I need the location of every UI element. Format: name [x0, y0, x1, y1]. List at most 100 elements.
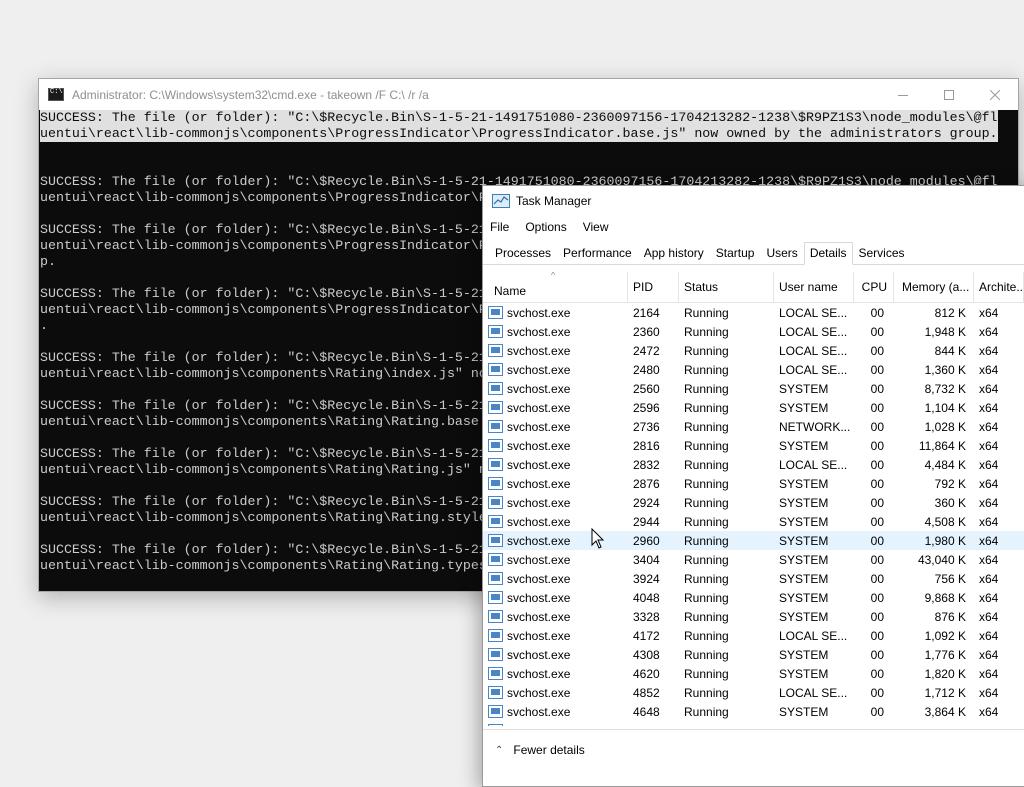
console-line-text: SUCCESS: The file (or folder): "C:\$Recy… — [40, 446, 487, 461]
process-name: svchost.exe — [483, 344, 628, 358]
table-row[interactable]: svchost.exe 4852 Running LOCAL SE... 00 1,712… — [483, 683, 1024, 702]
table-row[interactable]: svchost.exe 1344RunningVM6002,636 Kx64 — [483, 721, 1024, 726]
process-status: Running — [684, 647, 729, 662]
process-user: LOCAL SE... — [779, 457, 848, 472]
table-row[interactable]: svchost.exe 2164 Running LOCAL SE... 00 812 K… — [483, 303, 1024, 322]
process-status: Running — [684, 495, 729, 510]
process-name-text: svchost.exe — [507, 590, 571, 605]
column-header-user-name[interactable]: User name — [774, 272, 854, 302]
maximize-button[interactable] — [926, 79, 972, 110]
process-memory: 844 K — [934, 343, 966, 358]
table-row[interactable]: svchost.exe 4172 Running LOCAL SE... 00 1,092… — [483, 626, 1024, 645]
process-user: SYSTEM — [779, 514, 829, 529]
table-row[interactable]: svchost.exe 2480 Running LOCAL SE... 00 1,360… — [483, 360, 1024, 379]
process-name-text: svchost.exe — [507, 666, 571, 681]
minimize-icon — [898, 94, 908, 96]
table-row[interactable]: svchost.exe 2960 Running SYSTEM 00 1,980 K x64 — [483, 531, 1024, 550]
cmd-titlebar[interactable]: Administrator: C:\Windows\system32\cmd.e… — [39, 79, 1018, 110]
process-user: SYSTEM — [779, 381, 829, 396]
tab-details[interactable]: Details — [803, 242, 853, 265]
table-row[interactable]: svchost.exe 2472 Running LOCAL SE... 00 844 K… — [483, 341, 1024, 360]
process-icon — [488, 534, 503, 547]
table-row[interactable]: svchost.exe 4648 Running SYSTEM 00 3,864 K x64 — [483, 702, 1024, 721]
process-pid: 2360 — [633, 324, 660, 339]
process-memory: 1,776 K — [924, 647, 966, 662]
process-icon — [488, 420, 503, 433]
process-name-text: svchost.exe — [507, 533, 571, 548]
column-header-name[interactable]: Name — [483, 272, 628, 302]
table-row[interactable]: svchost.exe 2832 Running LOCAL SE... 00 4,484… — [483, 455, 1024, 474]
close-button[interactable] — [972, 79, 1018, 110]
table-row[interactable]: svchost.exe 2876 Running SYSTEM 00 792 K x64 — [483, 474, 1024, 493]
table-row[interactable]: svchost.exe 2560 Running SYSTEM 00 8,732 K x64 — [483, 379, 1024, 398]
console-line-text: uentui\react\lib-commonjs\components\Pro… — [40, 302, 487, 317]
console-line: uentui\react\lib-commonjs\components\Pro… — [40, 126, 1018, 142]
process-name: svchost.exe — [483, 686, 628, 700]
process-name-text: svchost.exe — [507, 724, 570, 727]
process-name: svchost.exe — [483, 705, 628, 719]
table-row[interactable]: svchost.exe 2736 Running NETWORK... 00 1,028 … — [483, 417, 1024, 436]
task-manager-window[interactable]: Task Manager File Options View Processes… — [482, 185, 1024, 787]
column-header-cpu[interactable]: CPU — [854, 272, 894, 302]
process-cpu: 00 — [870, 400, 884, 415]
process-user: SYSTEM — [779, 704, 829, 719]
process-user: NETWORK... — [779, 419, 851, 434]
table-row[interactable]: svchost.exe 4620 Running SYSTEM 00 1,820 K x64 — [483, 664, 1024, 683]
menu-options[interactable]: Options — [525, 220, 566, 234]
process-architecture: x64 — [979, 400, 999, 415]
process-name-text: svchost.exe — [507, 571, 571, 586]
table-row[interactable]: svchost.exe 3328 Running SYSTEM 00 876 K x64 — [483, 607, 1024, 626]
process-icon — [488, 515, 503, 528]
process-memory: 9,868 K — [924, 590, 966, 605]
process-icon — [488, 610, 503, 623]
column-header-architecture[interactable]: Archite... — [974, 272, 1024, 302]
column-header-memory[interactable]: Memory (a... — [894, 272, 974, 302]
process-user: LOCAL SE... — [779, 362, 848, 377]
details-table[interactable]: ^ Name PID Status User name CPU Memory (… — [483, 272, 1024, 726]
process-name-text: svchost.exe — [507, 476, 571, 491]
tab-services[interactable]: Services — [853, 242, 911, 264]
tab-app-history[interactable]: App history — [638, 242, 710, 264]
fewer-details-button[interactable]: ⌃ Fewer details — [495, 743, 585, 757]
process-pid: 2164 — [633, 305, 660, 320]
process-icon — [488, 667, 503, 680]
tm-titlebar[interactable]: Task Manager — [483, 186, 1024, 216]
process-pid: 3924 — [633, 571, 660, 586]
column-header-pid[interactable]: PID — [628, 272, 679, 302]
tab-processes[interactable]: Processes — [489, 242, 557, 264]
process-status: Running — [684, 324, 729, 339]
table-row[interactable]: svchost.exe 3404 Running SYSTEM 00 43,040 K x6… — [483, 550, 1024, 569]
process-architecture: x64 — [979, 381, 999, 396]
menu-file[interactable]: File — [490, 220, 509, 234]
process-architecture: x64 — [979, 552, 999, 567]
table-row[interactable]: svchost.exe 2816 Running SYSTEM 00 11,864 K x6… — [483, 436, 1024, 455]
tab-performance[interactable]: Performance — [557, 242, 638, 264]
process-icon — [488, 496, 503, 509]
console-line-text: SUCCESS: The file (or folder): "C:\$Recy… — [40, 398, 487, 413]
table-row[interactable]: svchost.exe 4048 Running SYSTEM 00 9,868 K x64 — [483, 588, 1024, 607]
menu-view[interactable]: View — [583, 220, 609, 234]
process-status: Running — [684, 666, 729, 681]
process-name: svchost.exe — [483, 496, 628, 510]
process-pid: 4308 — [633, 647, 660, 662]
table-header: ^ Name PID Status User name CPU Memory (… — [483, 272, 1024, 303]
process-status: Running — [684, 438, 729, 453]
table-row[interactable]: svchost.exe 2360 Running LOCAL SE... 00 1,948… — [483, 322, 1024, 341]
table-row[interactable]: svchost.exe 2924 Running SYSTEM 00 360 K x64 — [483, 493, 1024, 512]
console-line-text: uentui\react\lib-commonjs\components\Rat… — [40, 414, 479, 429]
tab-startup[interactable]: Startup — [710, 242, 761, 264]
tab-users[interactable]: Users — [760, 242, 803, 264]
table-row[interactable]: svchost.exe 2944 Running SYSTEM 00 4,508 K x64 — [483, 512, 1024, 531]
column-header-status[interactable]: Status — [679, 272, 774, 302]
table-row[interactable]: svchost.exe 2596 Running SYSTEM 00 1,104 K x64 — [483, 398, 1024, 417]
process-memory: 1,092 K — [924, 628, 966, 643]
console-line-text: uentui\react\lib-commonjs\components\Rat… — [40, 558, 487, 573]
process-icon — [488, 553, 503, 566]
process-name: svchost.exe — [483, 648, 628, 662]
table-row[interactable]: svchost.exe 3924 Running SYSTEM 00 756 K x64 — [483, 569, 1024, 588]
process-name: svchost.exe — [483, 306, 628, 320]
process-name-text: svchost.exe — [507, 419, 571, 434]
table-row[interactable]: svchost.exe 4308 Running SYSTEM 00 1,776 K x64 — [483, 645, 1024, 664]
minimize-button[interactable] — [880, 79, 926, 110]
process-pid: 2876 — [633, 476, 660, 491]
